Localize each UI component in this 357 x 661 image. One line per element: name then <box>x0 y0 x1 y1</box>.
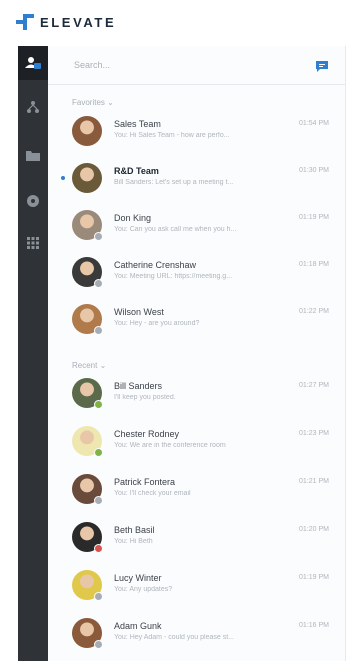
org-chart-icon <box>27 101 39 113</box>
presence-status-icon <box>94 640 103 649</box>
conversation-row[interactable]: Patrick Fontera You: I'll check your emai… <box>48 468 345 516</box>
message-time: 01:19 PM <box>299 574 329 581</box>
message-preview: You: Meeting URL: https://meeting.g... <box>114 273 233 280</box>
presence-status-icon <box>94 544 103 553</box>
search-input[interactable] <box>72 59 276 71</box>
sidebar-nav <box>18 46 48 661</box>
message-time: 01:27 PM <box>299 382 329 389</box>
message-preview: You: I'll check your email <box>114 490 191 497</box>
presence-status-icon <box>94 279 103 288</box>
presence-status-icon <box>94 496 103 505</box>
message-preview: You: Can you ask call me when you h... <box>114 226 237 233</box>
message-preview: I'll keep you posted. <box>114 394 176 401</box>
nav-org-chart[interactable] <box>18 90 48 124</box>
conversation-row[interactable]: Bill Sanders I'll keep you posted. 01:27 P… <box>48 372 345 420</box>
section-favorites-label[interactable]: Favorites ⌄ <box>72 98 114 107</box>
message-preview: You: We are in the conference room <box>114 442 226 449</box>
message-time: 01:16 PM <box>299 622 329 629</box>
section-favorites-text: Favorites <box>72 98 105 107</box>
nav-help[interactable] <box>18 184 48 218</box>
conversation-row[interactable]: Adam Gunk You: Hey Adam - could you pleas… <box>48 612 345 660</box>
conversation-row[interactable]: Beth Basil You: Hi Beth 01:20 PM <box>48 516 345 564</box>
presence-status-icon <box>94 326 103 335</box>
search-bar <box>48 46 345 85</box>
contact-name: Don King <box>114 213 152 223</box>
contact-name: Lucy Winter <box>114 573 162 583</box>
compose-button[interactable] <box>316 59 328 77</box>
brand-name: ELEVATE <box>40 14 117 30</box>
contact-name: Adam Gunk <box>114 621 162 631</box>
contact-name: R&D Team <box>114 166 159 176</box>
conversation-row[interactable]: Wilson West You: Hey - are you around? 01:… <box>48 298 345 346</box>
help-icon <box>27 195 39 207</box>
contact-name: Bill Sanders <box>114 381 163 391</box>
conversation-row[interactable]: Don King You: Can you ask call me when yo… <box>48 204 345 252</box>
message-preview: Bill Sanders: Let's set up a meeting t..… <box>114 179 234 186</box>
message-preview: You: Hey - are you around? <box>114 320 200 327</box>
message-preview: You: Hi Beth <box>114 538 153 545</box>
message-time: 01:54 PM <box>299 120 329 127</box>
presence-status-icon <box>94 400 103 409</box>
unread-indicator <box>61 176 65 180</box>
message-time: 01:21 PM <box>299 478 329 485</box>
message-preview: You: Any updates? <box>114 586 173 593</box>
contact-name: Beth Basil <box>114 525 155 535</box>
chevron-down-icon: ⌄ <box>99 361 107 370</box>
message-time: 01:20 PM <box>299 526 329 533</box>
message-time: 01:18 PM <box>299 261 329 268</box>
message-time: 01:19 PM <box>299 214 329 221</box>
presence-status-icon <box>94 592 103 601</box>
conversation-row[interactable]: Lucy Winter You: Any updates? 01:19 PM <box>48 564 345 612</box>
contacts-icon <box>25 57 41 69</box>
logo[interactable]: ELEVATE <box>16 14 116 30</box>
conversation-row[interactable]: Chester Rodney You: We are in the confere… <box>48 420 345 468</box>
contact-name: Patrick Fontera <box>114 477 176 487</box>
contact-name: Sales Team <box>114 119 161 129</box>
avatar <box>72 116 102 146</box>
avatar <box>72 163 102 193</box>
presence-status-icon <box>94 448 103 457</box>
folder-icon <box>26 151 40 161</box>
contact-name: Catherine Crenshaw <box>114 260 197 270</box>
nav-apps[interactable] <box>18 226 48 260</box>
conversation-row[interactable]: Sales Team You: Hi Sales Team - how are p… <box>48 110 345 158</box>
message-preview: You: Hi Sales Team - how are perfo... <box>114 132 230 139</box>
app-header: ELEVATE <box>0 0 357 44</box>
message-time: 01:23 PM <box>299 430 329 437</box>
conversation-panel: Favorites ⌄ Sales Team You: Hi Sales Team… <box>48 46 346 661</box>
message-time: 01:22 PM <box>299 308 329 315</box>
message-preview: You: Hey Adam - could you please st... <box>114 634 234 641</box>
apps-grid-icon <box>27 237 39 249</box>
section-recent-text: Recent <box>72 361 98 370</box>
elevate-logo-icon <box>16 14 34 30</box>
presence-status-icon <box>94 232 103 241</box>
nav-contacts[interactable] <box>18 46 48 80</box>
message-time: 01:30 PM <box>299 167 329 174</box>
chevron-down-icon: ⌄ <box>107 98 114 107</box>
chat-compose-icon <box>316 61 328 72</box>
nav-files[interactable] <box>18 138 48 172</box>
contact-name: Wilson West <box>114 307 164 317</box>
conversation-row[interactable]: Catherine Crenshaw You: Meeting URL: http… <box>48 251 345 299</box>
section-recent-label[interactable]: Recent ⌄ <box>72 361 106 370</box>
contact-name: Chester Rodney <box>114 429 180 439</box>
conversation-row[interactable]: R&D Team Bill Sanders: Let's set up a mee… <box>48 157 345 205</box>
